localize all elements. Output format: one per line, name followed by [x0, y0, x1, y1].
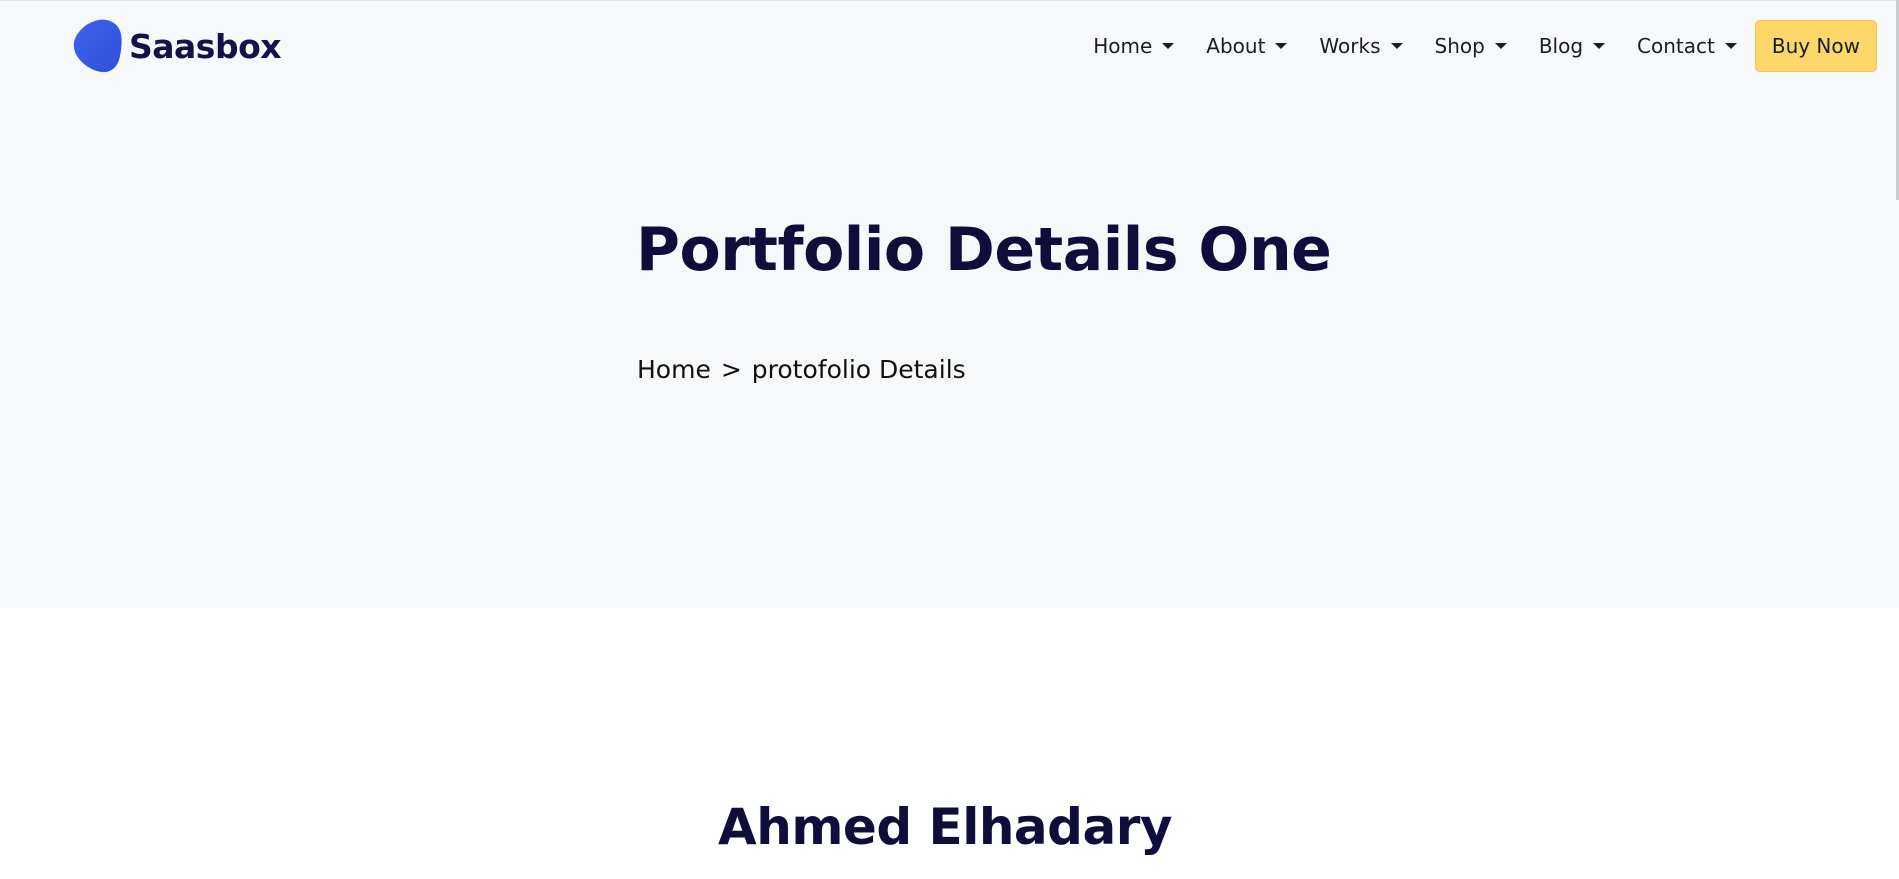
- page: Saasbox Home About Works Shop Blog Conta…: [0, 0, 1899, 879]
- saasbox-logo-icon: [73, 19, 122, 73]
- breadcrumb-separator: >: [720, 355, 742, 384]
- breadcrumb-current: protofolio Details: [751, 355, 966, 384]
- nav-item-contact[interactable]: Contact: [1621, 19, 1753, 73]
- nav-item-label: Contact: [1637, 34, 1715, 58]
- nav-item-shop[interactable]: Shop: [1419, 19, 1523, 73]
- caret-down-icon: [1162, 43, 1175, 49]
- caret-down-icon: [1724, 43, 1737, 49]
- breadcrumb: Home > protofolio Details: [637, 355, 966, 384]
- nav-item-label: Blog: [1538, 34, 1584, 58]
- page-header: Saasbox Home About Works Shop Blog Conta…: [0, 0, 1899, 608]
- portfolio-owner-heading: Ahmed Elhadary: [718, 798, 1172, 856]
- nav-item-label: Shop: [1434, 34, 1485, 58]
- caret-down-icon: [1593, 43, 1606, 49]
- nav-item-label: Home: [1093, 34, 1153, 58]
- navbar: Saasbox Home About Works Shop Blog Conta…: [0, 1, 1899, 93]
- caret-down-icon: [1275, 43, 1288, 49]
- nav-item-label: About: [1206, 34, 1266, 58]
- nav-item-home[interactable]: Home: [1077, 19, 1190, 73]
- nav-item-works[interactable]: Works: [1303, 19, 1418, 73]
- breadcrumb-home-link[interactable]: Home: [637, 355, 711, 384]
- caret-down-icon: [1494, 43, 1507, 49]
- main-nav: Home About Works Shop Blog Contact Buy N…: [1077, 19, 1877, 73]
- brand-name: Saasbox: [129, 26, 282, 66]
- nav-item-blog[interactable]: Blog: [1523, 19, 1621, 73]
- caret-down-icon: [1390, 43, 1403, 49]
- brand-logo-link[interactable]: Saasbox: [73, 18, 282, 74]
- nav-item-label: Works: [1319, 34, 1381, 58]
- nav-item-about[interactable]: About: [1190, 19, 1303, 73]
- buy-now-button[interactable]: Buy Now: [1754, 20, 1877, 72]
- page-title: Portfolio Details One: [636, 215, 1332, 285]
